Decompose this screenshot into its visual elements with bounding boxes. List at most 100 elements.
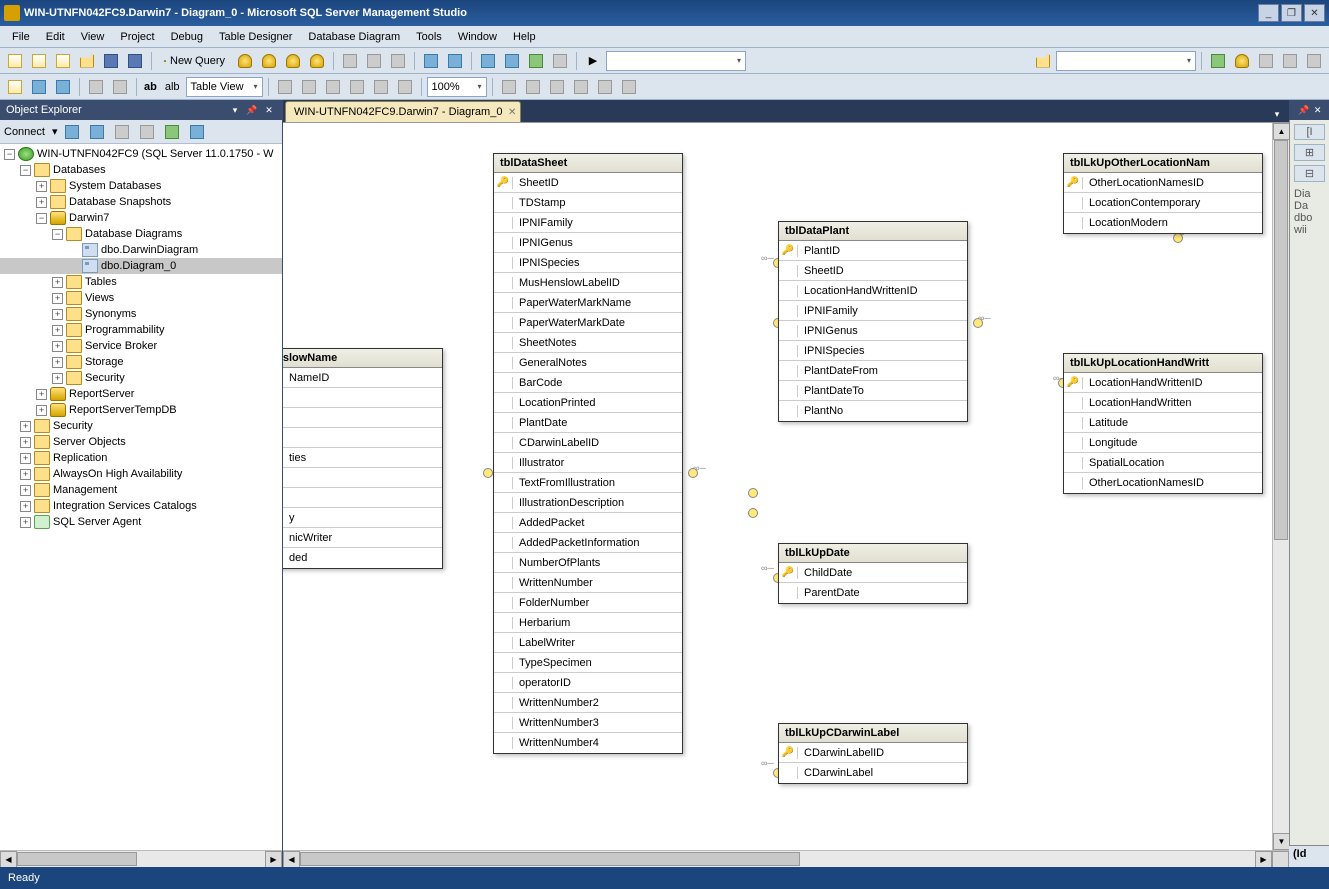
db-column[interactable]: 🔑PlantID (779, 241, 967, 261)
menu-help[interactable]: Help (505, 29, 544, 45)
db-column[interactable]: WrittenNumber4 (494, 733, 682, 753)
tree-system-databases[interactable]: +System Databases (0, 178, 282, 194)
oe-connect-button[interactable] (61, 121, 83, 143)
db-table-tblDataSheet[interactable]: tblDataSheet🔑SheetIDTDStampIPNIFamilyIPN… (493, 153, 683, 754)
db-column[interactable]: ties (283, 448, 442, 468)
diagram-canvas[interactable]: ∞─∞─∞─∞─∞─∞─∞─∞─∞─enslowNameNameIDtiesyn… (283, 122, 1289, 867)
menu-debug[interactable]: Debug (163, 29, 211, 45)
maximize-button[interactable]: ❐ (1281, 4, 1302, 22)
db-column[interactable]: operatorID (494, 673, 682, 693)
db-column[interactable]: TextFromIllustration (494, 473, 682, 493)
db-table-title[interactable]: tblLkUpLocationHandWritt (1064, 354, 1262, 373)
db-column[interactable]: PlantDateTo (779, 381, 967, 401)
template-button[interactable] (1255, 50, 1277, 72)
db-column[interactable]: IPNIFamily (494, 213, 682, 233)
add-item-button[interactable] (28, 50, 50, 72)
database-dropdown[interactable] (606, 51, 746, 71)
db-column[interactable] (283, 488, 442, 508)
menu-file[interactable]: File (4, 29, 38, 45)
new-project-button[interactable] (4, 50, 26, 72)
right-panel-item[interactable]: ⊞ (1294, 144, 1325, 161)
add-related-button[interactable] (52, 76, 74, 98)
db-column[interactable]: Longitude (1064, 433, 1262, 453)
db-column[interactable]: ded (283, 548, 442, 568)
db-column[interactable]: TDStamp (494, 193, 682, 213)
db-column[interactable]: GeneralNotes (494, 353, 682, 373)
db-table-tblLkUpCDarwinLabel[interactable]: tblLkUpCDarwinLabel🔑CDarwinLabelIDCDarwi… (778, 723, 968, 784)
db-column[interactable]: IllustrationDescription (494, 493, 682, 513)
db-table-title[interactable]: tblDataPlant (779, 222, 967, 241)
tree-server-objects[interactable]: +Server Objects (0, 434, 282, 450)
find-dropdown[interactable] (1056, 51, 1196, 71)
db-column[interactable]: PlantNo (779, 401, 967, 421)
tree-server[interactable]: −WIN-UTNFN042FC9 (SQL Server 11.0.1750 -… (0, 146, 282, 162)
db-column[interactable]: LocationContemporary (1064, 193, 1262, 213)
nav-back-button[interactable] (477, 50, 499, 72)
db-column[interactable]: MusHenslowLabelID (494, 273, 682, 293)
panel-pin-icon[interactable]: 📌 (245, 103, 259, 117)
oe-refresh-button[interactable] (161, 121, 183, 143)
db-column[interactable]: PaperWaterMarkDate (494, 313, 682, 333)
db-column[interactable]: LocationPrinted (494, 393, 682, 413)
set-pk-button[interactable] (85, 76, 107, 98)
db-table-tblLkUpOtherLocationNames[interactable]: tblLkUpOtherLocationNam🔑OtherLocationNam… (1063, 153, 1263, 234)
registered-servers-button[interactable] (1207, 50, 1229, 72)
db-column[interactable]: SheetNotes (494, 333, 682, 353)
tree-alwayson[interactable]: +AlwaysOn High Availability (0, 466, 282, 482)
db-column[interactable]: IPNIGenus (779, 321, 967, 341)
db-table-title[interactable]: enslowName (283, 349, 442, 368)
object-explorer-tree[interactable]: −WIN-UTNFN042FC9 (SQL Server 11.0.1750 -… (0, 144, 282, 850)
spatial-index-button[interactable] (394, 76, 416, 98)
object-explorer-button[interactable] (1231, 50, 1253, 72)
db-column[interactable]: Illustrator (494, 453, 682, 473)
db-table-title[interactable]: tblLkUpCDarwinLabel (779, 724, 967, 743)
table-view-dropdown[interactable]: Table View (186, 77, 263, 97)
db-column[interactable]: nicWriter (283, 528, 442, 548)
db-column[interactable]: SheetID (779, 261, 967, 281)
db-column[interactable]: IPNISpecies (779, 341, 967, 361)
db-column[interactable]: 🔑OtherLocationNamesID (1064, 173, 1262, 193)
nav-fwd-button[interactable] (501, 50, 523, 72)
db-column[interactable] (283, 428, 442, 448)
tree-darwin7[interactable]: −Darwin7 (0, 210, 282, 226)
db-column[interactable] (283, 408, 442, 428)
menu-table-designer[interactable]: Table Designer (211, 29, 300, 45)
right-panel-identity[interactable]: [I (1294, 124, 1325, 140)
tab-diagram-0[interactable]: WIN-UTNFN042FC9.Darwin7 - Diagram_0 ✕ (285, 101, 521, 122)
zoom-dropdown[interactable]: 100% (427, 77, 487, 97)
right-pin-icon[interactable]: 📌 (1298, 103, 1309, 117)
tree-report-server[interactable]: +ReportServer (0, 386, 282, 402)
oe-report-button[interactable] (186, 121, 208, 143)
tree-databases[interactable]: −Databases (0, 162, 282, 178)
tree-sql-server-agent[interactable]: +SQL Server Agent (0, 514, 282, 530)
tree-storage[interactable]: +Storage (0, 354, 282, 370)
execute-button[interactable]: ▶ (582, 50, 604, 72)
db-column[interactable] (283, 468, 442, 488)
db-column[interactable]: LocationHandWrittenID (779, 281, 967, 301)
fulltext-button[interactable] (322, 76, 344, 98)
db-column[interactable]: LocationModern (1064, 213, 1262, 233)
right-panel-item2[interactable]: ⊟ (1294, 165, 1325, 182)
mdx-query-button[interactable] (258, 50, 280, 72)
canvas-horizontal-scrollbar[interactable]: ◀▶ (283, 850, 1289, 867)
close-button[interactable]: ✕ (1304, 4, 1325, 22)
oe-filter-button[interactable] (136, 121, 158, 143)
db-table-tblDataPlant[interactable]: tblDataPlant🔑PlantIDSheetIDLocationHandW… (778, 221, 968, 422)
tab-close-icon[interactable]: ✕ (508, 107, 516, 118)
db-column[interactable]: TypeSpecimen (494, 653, 682, 673)
panel-dropdown-icon[interactable]: ▾ (228, 103, 242, 117)
delete-button[interactable] (109, 76, 131, 98)
db-column[interactable]: 🔑SheetID (494, 173, 682, 193)
tree-programmability[interactable]: +Programmability (0, 322, 282, 338)
db-column[interactable]: FolderNumber (494, 593, 682, 613)
oe-stop-button[interactable] (111, 121, 133, 143)
db-column[interactable]: NameID (283, 368, 442, 388)
db-column[interactable]: IPNIGenus (494, 233, 682, 253)
db-table-title[interactable]: tblLkUpOtherLocationNam (1064, 154, 1262, 173)
indexes-button[interactable] (298, 76, 320, 98)
connect-label[interactable]: Connect (4, 126, 49, 138)
db-column[interactable]: Latitude (1064, 413, 1262, 433)
panel-close-icon[interactable]: ✕ (262, 103, 276, 117)
copy-button[interactable] (363, 50, 385, 72)
tree-service-broker[interactable]: +Service Broker (0, 338, 282, 354)
